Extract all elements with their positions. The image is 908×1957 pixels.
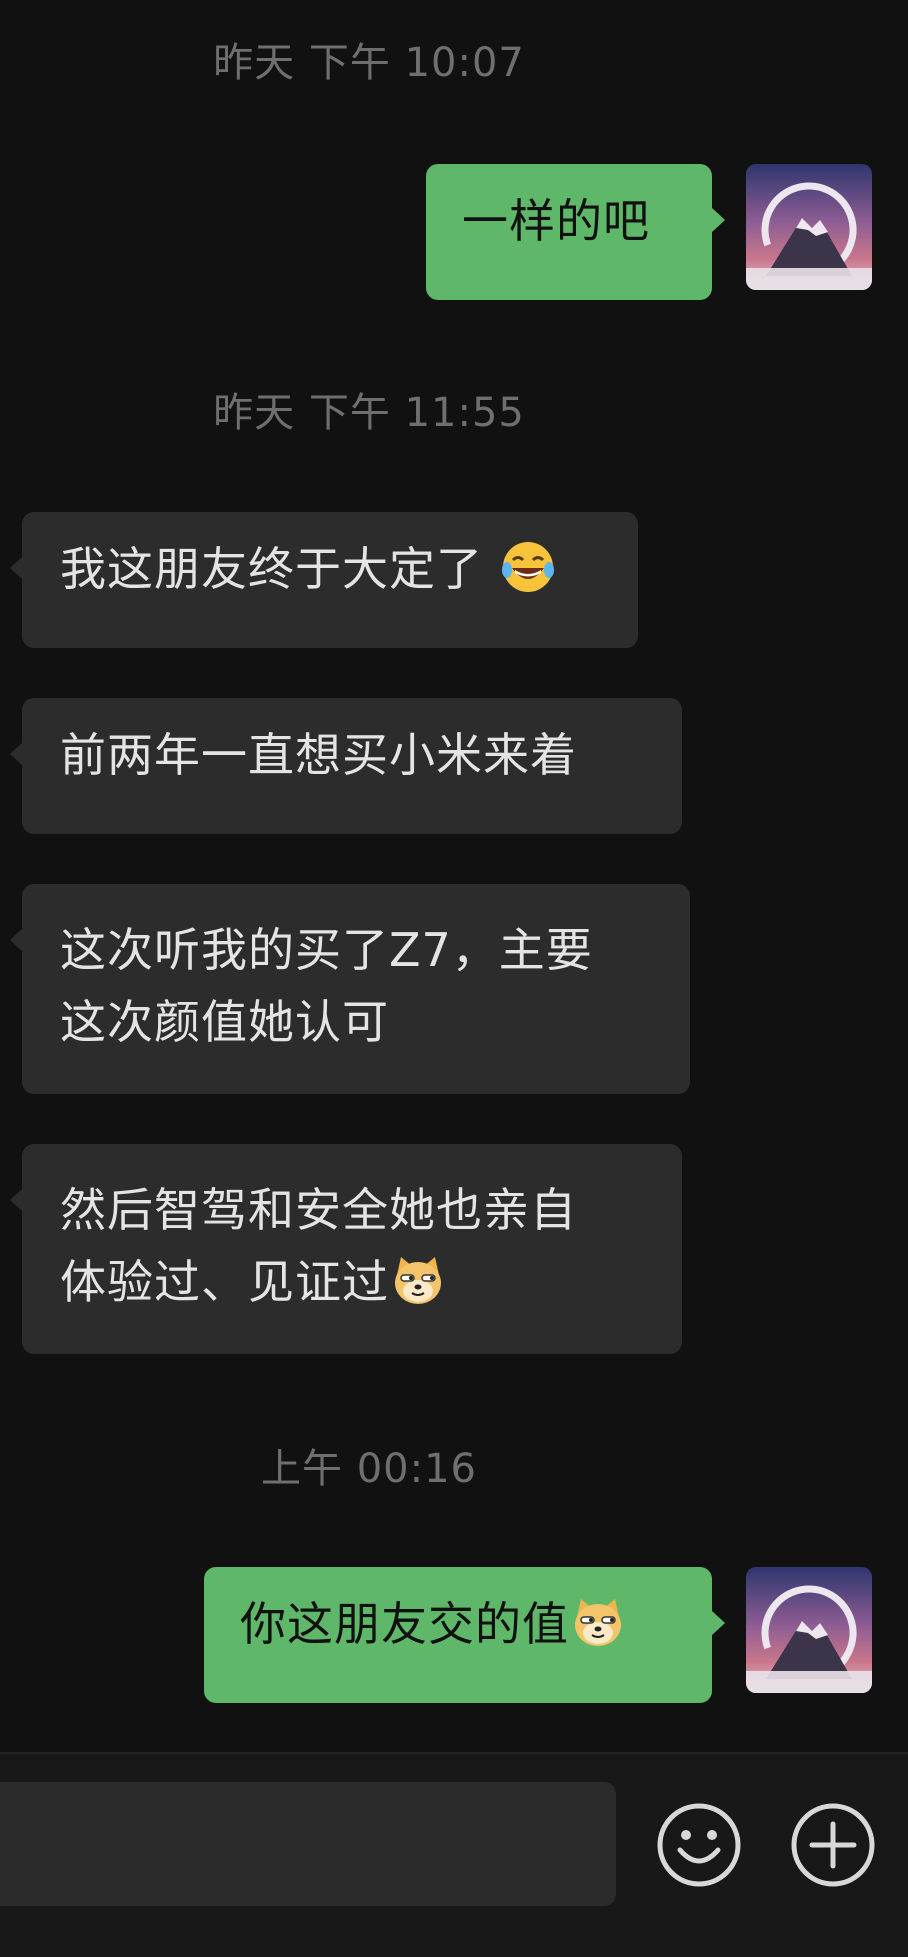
timestamp: 昨天 下午 11:55 bbox=[213, 390, 525, 436]
mountain-avatar-icon bbox=[746, 1567, 872, 1693]
incoming-message-bubble[interactable]: 前两年一直想买小米来着 bbox=[10, 698, 682, 834]
incoming-message-bubble[interactable]: 然后智驾和安全她也亲自 体验过、见证过 bbox=[10, 1144, 682, 1354]
tears-of-joy-emoji-icon bbox=[501, 542, 554, 592]
message-text: 前两年一直想买小米来着 bbox=[60, 728, 577, 782]
message-input[interactable] bbox=[0, 1782, 616, 1906]
message-text: 一样的吧 bbox=[462, 194, 650, 248]
user-avatar[interactable] bbox=[746, 1567, 872, 1693]
input-bar bbox=[0, 1752, 908, 1957]
incoming-message-bubble[interactable]: 这次听我的买了Z7，主要 这次颜值她认可 bbox=[10, 884, 690, 1094]
outgoing-message-bubble[interactable]: 你这朋友交的值 bbox=[204, 1567, 725, 1703]
mountain-avatar-icon bbox=[746, 164, 872, 290]
plus-circle-icon[interactable] bbox=[790, 1802, 876, 1888]
timestamp: 上午 00:16 bbox=[261, 1446, 477, 1492]
smiley-face-icon[interactable] bbox=[656, 1802, 742, 1888]
message-text: 我这朋友终于大定了 bbox=[60, 542, 483, 596]
incoming-message-bubble[interactable]: 我这朋友终于大定了 bbox=[10, 512, 638, 648]
outgoing-message-bubble[interactable]: 一样的吧 bbox=[426, 164, 725, 300]
doge-emoji-icon bbox=[395, 1257, 441, 1304]
user-avatar[interactable] bbox=[746, 164, 872, 290]
message-text-line: 体验过、见证过 bbox=[60, 1255, 389, 1309]
doge-emoji-icon bbox=[575, 1599, 621, 1646]
message-text: 你这朋友交的值 bbox=[240, 1597, 569, 1651]
message-text-line: 这次听我的买了Z7，主要 bbox=[60, 923, 593, 977]
message-text-line: 然后智驾和安全她也亲自 bbox=[60, 1183, 577, 1237]
timestamp: 昨天 下午 10:07 bbox=[213, 40, 525, 86]
message-text-line: 这次颜值她认可 bbox=[60, 995, 389, 1049]
